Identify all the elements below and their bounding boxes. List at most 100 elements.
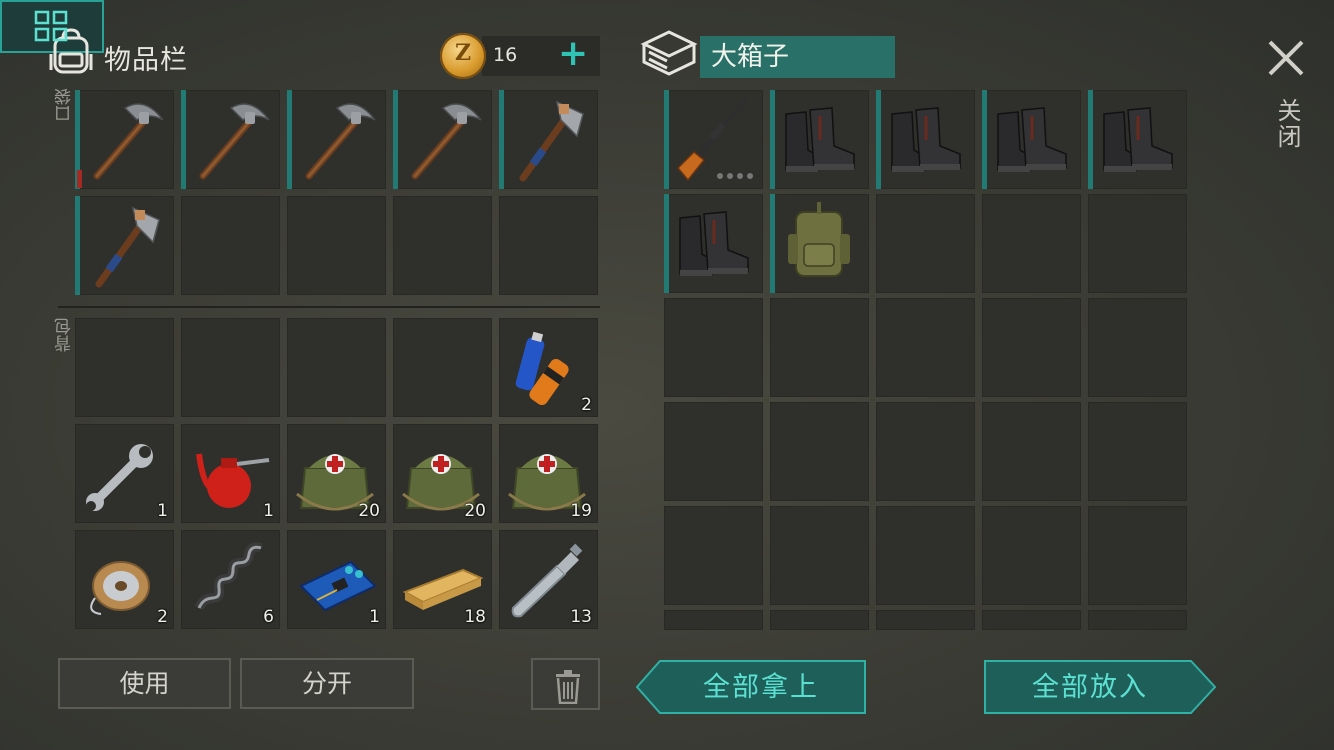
container-slot[interactable] — [1088, 402, 1187, 501]
container-slot[interactable] — [664, 610, 763, 630]
pocket-slot[interactable] — [181, 196, 280, 295]
container-slot[interactable] — [982, 90, 1081, 189]
coin-count: 16 — [493, 44, 518, 66]
close-button-label[interactable]: 关闭 — [1270, 98, 1305, 150]
container-slot[interactable] — [1088, 194, 1187, 293]
pocket-slot[interactable] — [287, 196, 386, 295]
backpack-slot[interactable] — [181, 318, 280, 417]
pocket-slot[interactable] — [499, 90, 598, 189]
military-backpack-icon — [788, 202, 850, 277]
backpack-slot[interactable] — [393, 318, 492, 417]
backpack-slot[interactable]: 13 — [499, 530, 598, 629]
boots-icon — [785, 107, 855, 172]
boots-icon — [679, 211, 749, 276]
item-count: 13 — [570, 607, 592, 627]
take-all-button[interactable]: 全部拿上 — [636, 660, 866, 714]
container-slot[interactable] — [664, 298, 763, 397]
container-slot[interactable] — [664, 402, 763, 501]
coin-letter: Z — [454, 40, 472, 66]
add-coins-button[interactable]: + — [558, 34, 588, 74]
inventory-title: 物品栏 — [104, 45, 188, 76]
backpack-slot[interactable]: 2 — [75, 530, 174, 629]
container-slot[interactable] — [770, 90, 869, 189]
close-icon[interactable] — [1264, 36, 1308, 80]
pocket-section-label: 口袋 — [55, 88, 75, 122]
rifle-icon — [676, 98, 753, 182]
container-slot[interactable] — [982, 298, 1081, 397]
container-slot[interactable] — [982, 194, 1081, 293]
pocket-slot[interactable] — [393, 90, 492, 189]
backpack-slot[interactable]: 1 — [75, 424, 174, 523]
container-slot[interactable] — [982, 402, 1081, 501]
pickaxe-icon — [93, 103, 164, 180]
coin-icon: Z — [440, 33, 486, 79]
container-slot[interactable] — [664, 194, 763, 293]
boots-icon — [997, 107, 1067, 172]
backpack-slot[interactable]: 1 — [181, 424, 280, 523]
put-all-label: 全部放入 — [1032, 672, 1148, 703]
container-slot[interactable] — [876, 610, 975, 630]
container-slot[interactable] — [770, 194, 869, 293]
use-button[interactable]: 使用 — [58, 658, 231, 709]
backpack-slot[interactable]: 6 — [181, 530, 280, 629]
container-slot[interactable] — [876, 402, 975, 501]
container-slot[interactable] — [1088, 610, 1187, 630]
backpack-slot[interactable]: 1 — [287, 530, 386, 629]
section-divider — [58, 306, 600, 308]
hatchet-icon — [95, 206, 160, 288]
pickaxe-icon — [305, 103, 376, 180]
container-slot[interactable] — [876, 506, 975, 605]
backpack-slot[interactable] — [75, 318, 174, 417]
container-slot[interactable] — [1088, 506, 1187, 605]
container-name: 大箱子 — [700, 36, 895, 78]
backpack-slot[interactable]: 20 — [393, 424, 492, 523]
backpack-slot[interactable] — [287, 318, 386, 417]
container-slot[interactable] — [876, 194, 975, 293]
grid-sort-icon — [34, 10, 68, 42]
durability-indicator — [77, 170, 82, 188]
trash-button[interactable] — [531, 658, 600, 710]
item-count: 19 — [570, 501, 592, 521]
item-count: 2 — [157, 607, 168, 627]
put-all-button[interactable]: 全部放入 — [984, 660, 1216, 714]
pocket-slot[interactable] — [75, 90, 174, 189]
backpack-slot[interactable]: 20 — [287, 424, 386, 523]
pickaxe-icon — [411, 103, 482, 180]
container-slot[interactable] — [876, 90, 975, 189]
take-all-label: 全部拿上 — [703, 672, 819, 703]
pocket-slot[interactable] — [181, 90, 280, 189]
container-slot[interactable] — [876, 298, 975, 397]
item-count: 1 — [369, 607, 380, 627]
container-slot[interactable] — [770, 402, 869, 501]
container-slot[interactable] — [1088, 90, 1187, 189]
pocket-slot[interactable] — [499, 196, 598, 295]
boots-icon — [891, 107, 961, 172]
trash-icon — [556, 670, 580, 704]
container-slot[interactable] — [770, 610, 869, 630]
boots-icon — [1103, 107, 1173, 172]
container-slot[interactable] — [770, 298, 869, 397]
backpack-slot[interactable]: 2 — [499, 318, 598, 417]
pocket-slot[interactable] — [287, 90, 386, 189]
split-button[interactable]: 分开 — [240, 658, 414, 709]
backpack-slot[interactable]: 18 — [393, 530, 492, 629]
hatchet-icon — [519, 100, 584, 182]
container-slot[interactable] — [770, 506, 869, 605]
item-count: 1 — [263, 501, 274, 521]
item-count: 6 — [263, 607, 274, 627]
container-slot[interactable] — [982, 610, 1081, 630]
pocket-slot[interactable] — [75, 196, 174, 295]
item-count: 18 — [464, 607, 486, 627]
container-slot[interactable] — [1088, 298, 1187, 397]
backpack-slot[interactable]: 19 — [499, 424, 598, 523]
container-slot[interactable] — [982, 506, 1081, 605]
backpack-section-label: 背包 — [55, 318, 75, 352]
item-count: 2 — [581, 395, 592, 415]
item-count: 20 — [464, 501, 486, 521]
container-slot[interactable] — [664, 90, 763, 189]
pocket-slot[interactable] — [393, 196, 492, 295]
storage-box-icon — [640, 30, 698, 76]
item-count: 1 — [157, 501, 168, 521]
item-count: 20 — [358, 501, 380, 521]
container-slot[interactable] — [664, 506, 763, 605]
